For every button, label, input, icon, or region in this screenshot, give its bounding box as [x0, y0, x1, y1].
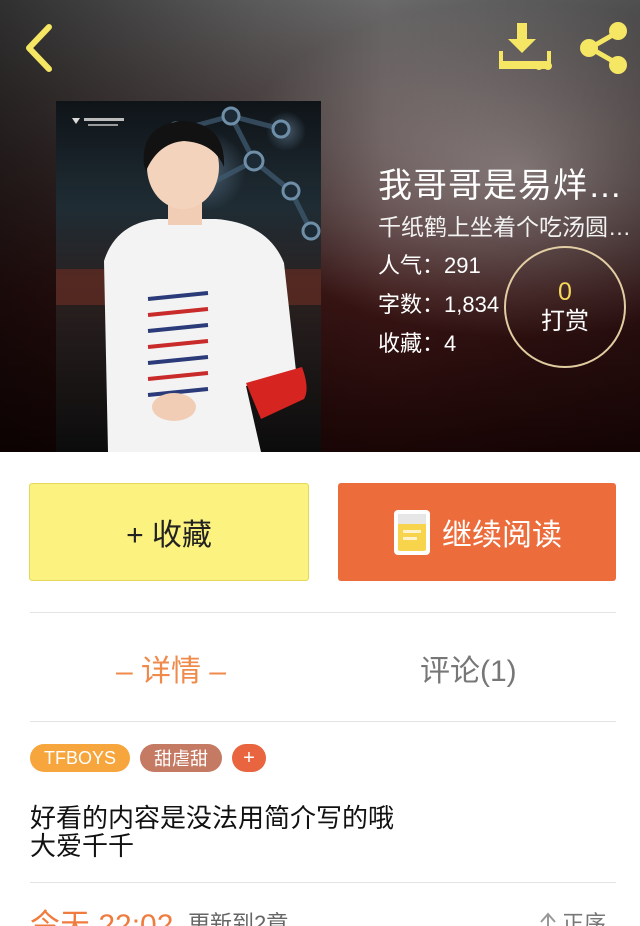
cover-photo: [56, 106, 321, 452]
divider: [30, 612, 616, 613]
book-cover[interactable]: [56, 101, 321, 452]
tag-tfboys[interactable]: TFBOYS: [30, 744, 130, 772]
tab-comments[interactable]: 评论(1): [420, 646, 517, 690]
divider: [30, 721, 616, 722]
chevron-left-icon: [26, 24, 52, 72]
continue-reading-label: 继续阅读: [442, 519, 562, 552]
arrow-up-icon: [540, 912, 556, 926]
download-button[interactable]: [494, 20, 556, 76]
add-to-favorites-label: + 收藏: [126, 519, 212, 552]
book-author[interactable]: 千纸鹤上坐着个吃汤圆…: [378, 208, 640, 242]
popularity-stat: 人气：291: [378, 253, 481, 278]
tip-label: 打赏: [541, 308, 589, 335]
tab-details[interactable]: – 详情 –: [116, 646, 226, 690]
book-icon: [392, 507, 432, 557]
download-icon: [499, 23, 552, 70]
update-status: 更新到2章: [188, 911, 289, 926]
tip-button[interactable]: 0 打赏: [504, 246, 626, 368]
back-button[interactable]: [14, 20, 64, 76]
update-time: 今天 22:02: [30, 909, 174, 926]
word-count-stat: 字数：1,834: [378, 292, 500, 317]
continue-reading-button[interactable]: 继续阅读: [338, 483, 616, 581]
sort-order-label: 正序: [562, 911, 607, 926]
share-icon: [580, 22, 627, 74]
add-tag-button[interactable]: +: [232, 744, 266, 772]
favorites-stat: 收藏：4: [378, 331, 457, 356]
divider: [30, 882, 616, 883]
book-intro-line: 大爱千千: [30, 831, 135, 861]
add-to-favorites-button[interactable]: + 收藏: [29, 483, 309, 581]
tag-sweet[interactable]: 甜虐甜: [140, 744, 222, 772]
sort-order-button[interactable]: 正序: [538, 906, 606, 926]
watermark-logo: [72, 118, 124, 126]
tip-count: 0: [558, 278, 572, 306]
book-title: 我哥哥是易烊…: [378, 167, 623, 205]
book-intro-line: 好看的内容是没法用简介写的哦: [30, 803, 395, 833]
share-button[interactable]: [574, 18, 634, 78]
